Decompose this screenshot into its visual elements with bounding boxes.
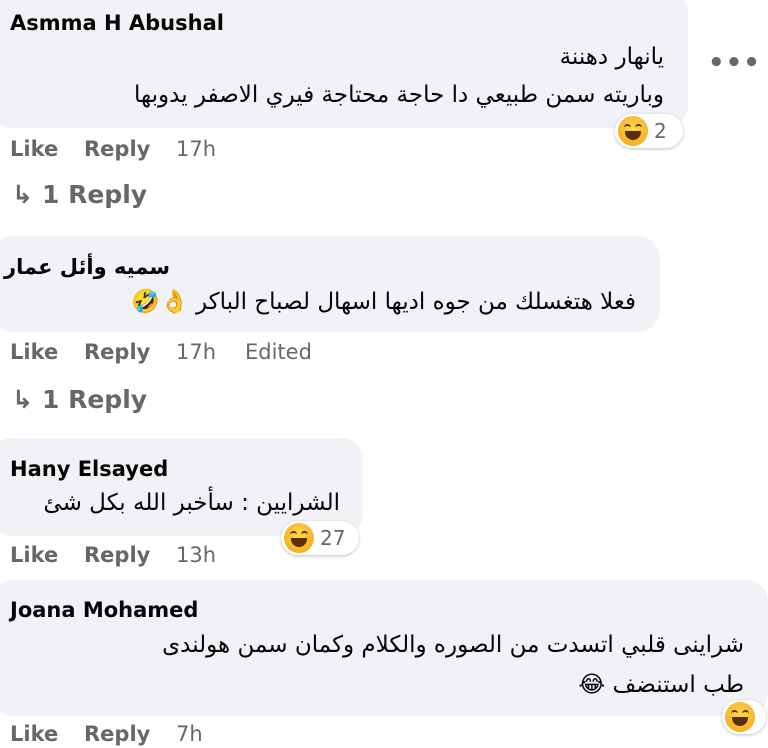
reply-arrow-icon: ↳: [12, 180, 33, 209]
timestamp[interactable]: 17h: [176, 340, 216, 364]
like-button[interactable]: Like: [10, 722, 58, 746]
comment-text-line: شراينى قلبي اتسدت من الصوره والكلام وكما…: [162, 632, 744, 658]
replies-label: 1 Reply: [42, 180, 148, 209]
comment-actions: Like Reply 17h Edited: [10, 340, 350, 366]
timestamp[interactable]: 13h: [176, 543, 216, 567]
like-button[interactable]: Like: [10, 137, 58, 161]
comment-author[interactable]: سميه وأئل عمار: [4, 255, 170, 279]
comment-actions: Like Reply 17h: [10, 137, 310, 163]
replies-label: 1 Reply: [42, 385, 148, 414]
comment-bubble: [0, 236, 660, 332]
comment-text-line: وباريته سمن طبيعي دا حاجة محتاجة فيري ال…: [134, 82, 664, 108]
comment-text-line: الشرايين : سأخبر الله بكل شئ: [43, 490, 340, 516]
reply-button[interactable]: Reply: [84, 137, 150, 161]
view-replies-link[interactable]: ↳ 1 Reply: [12, 385, 147, 414]
timestamp[interactable]: 17h: [176, 137, 216, 161]
reply-button[interactable]: Reply: [84, 340, 150, 364]
laugh-emoji-icon: [725, 702, 755, 732]
comment-author[interactable]: Joana Mohamed: [10, 598, 198, 622]
comment-actions: Like Reply 13h: [10, 543, 310, 569]
laugh-emoji-icon: [618, 116, 648, 146]
reaction-badge[interactable]: [722, 700, 766, 734]
reaction-badge[interactable]: 2: [615, 114, 683, 148]
reply-button[interactable]: Reply: [84, 722, 150, 746]
like-button[interactable]: Like: [10, 340, 58, 364]
reaction-count: 27: [320, 526, 346, 550]
view-replies-link[interactable]: ↳ 1 Reply: [12, 180, 147, 209]
timestamp[interactable]: 7h: [176, 722, 203, 746]
comment-text-line: يانهار دهننة: [559, 44, 664, 70]
comment-author[interactable]: Asmma H Abushal: [10, 11, 224, 35]
comment-text-line: طب استنضف 😂: [578, 672, 744, 698]
comment-text-line: فعلا هتغسلك من جوه اديها اسهال لصباح الب…: [131, 289, 636, 315]
reaction-count: 2: [654, 119, 667, 143]
comment-author[interactable]: Hany Elsayed: [10, 457, 168, 481]
edited-label: Edited: [245, 340, 312, 364]
reply-arrow-icon: ↳: [12, 385, 33, 414]
like-button[interactable]: Like: [10, 543, 58, 567]
more-options-icon[interactable]: •••: [708, 48, 761, 78]
comment-actions: Like Reply 7h: [10, 722, 310, 748]
reply-button[interactable]: Reply: [84, 543, 150, 567]
